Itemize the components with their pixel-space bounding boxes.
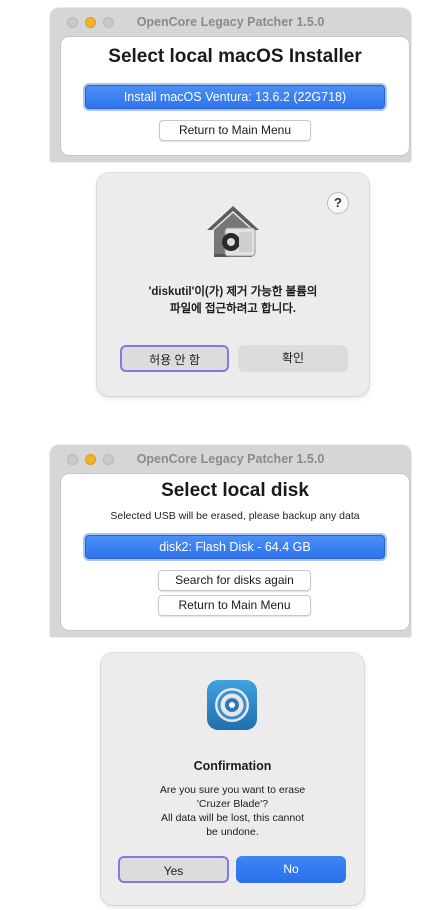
- no-button[interactable]: No: [236, 856, 346, 883]
- dialog-message-line4: be undone.: [206, 826, 259, 838]
- installer-option-button[interactable]: Install macOS Ventura: 13.6.2 (22G718): [85, 85, 385, 109]
- page-title: Select local disk: [161, 480, 309, 501]
- disk-panel: Select local disk Selected USB will be e…: [60, 473, 410, 631]
- help-button[interactable]: ?: [327, 192, 349, 214]
- dialog-message-line1: Are you sure you want to erase: [159, 784, 306, 796]
- dialog-message-line1: 'diskutil'이(가) 제거 가능한 볼륨의: [148, 286, 318, 298]
- window-title: OpenCore Legacy Patcher 1.5.0: [136, 15, 325, 29]
- security-house-icon: [207, 206, 259, 257]
- page-title: Select local macOS Installer: [108, 46, 362, 67]
- app-disk-icon: [207, 680, 257, 730]
- title-bar: OpenCore Legacy Patcher 1.5.0: [50, 445, 411, 473]
- title-bar: OpenCore Legacy Patcher 1.5.0: [50, 8, 411, 36]
- permission-dialog: ? 'diskutil'이(가) 제거 가능한 볼륨의 파일에 접근하려고 합니…: [97, 173, 369, 396]
- disk-select-window: OpenCore Legacy Patcher 1.5.0 Select loc…: [50, 445, 411, 637]
- dialog-message-line2: 파일에 접근하려고 합니다.: [170, 303, 296, 315]
- installer-panel: Select local macOS Installer Install mac…: [60, 36, 410, 156]
- search-disks-again-button[interactable]: Search for disks again: [158, 570, 311, 591]
- disk-option-button[interactable]: disk2: Flash Disk - 64.4 GB: [85, 535, 385, 559]
- dialog-message-line3: All data will be lost, this cannot: [161, 812, 304, 824]
- deny-button[interactable]: 허용 안 함: [120, 345, 229, 372]
- confirm-button[interactable]: 확인: [238, 345, 348, 372]
- return-to-main-menu-button[interactable]: Return to Main Menu: [158, 595, 311, 616]
- dialog-title: Confirmation: [193, 759, 272, 773]
- return-to-main-menu-button[interactable]: Return to Main Menu: [159, 120, 311, 141]
- confirmation-dialog: Confirmation Are you sure you want to er…: [101, 653, 364, 905]
- window-title: OpenCore Legacy Patcher 1.5.0: [136, 452, 325, 466]
- installer-window: OpenCore Legacy Patcher 1.5.0 Select loc…: [50, 8, 411, 162]
- dialog-message-line2: 'Cruzer Blade'?: [196, 798, 269, 810]
- yes-button[interactable]: Yes: [118, 856, 229, 883]
- page-subtitle: Selected USB will be erased, please back…: [110, 510, 360, 522]
